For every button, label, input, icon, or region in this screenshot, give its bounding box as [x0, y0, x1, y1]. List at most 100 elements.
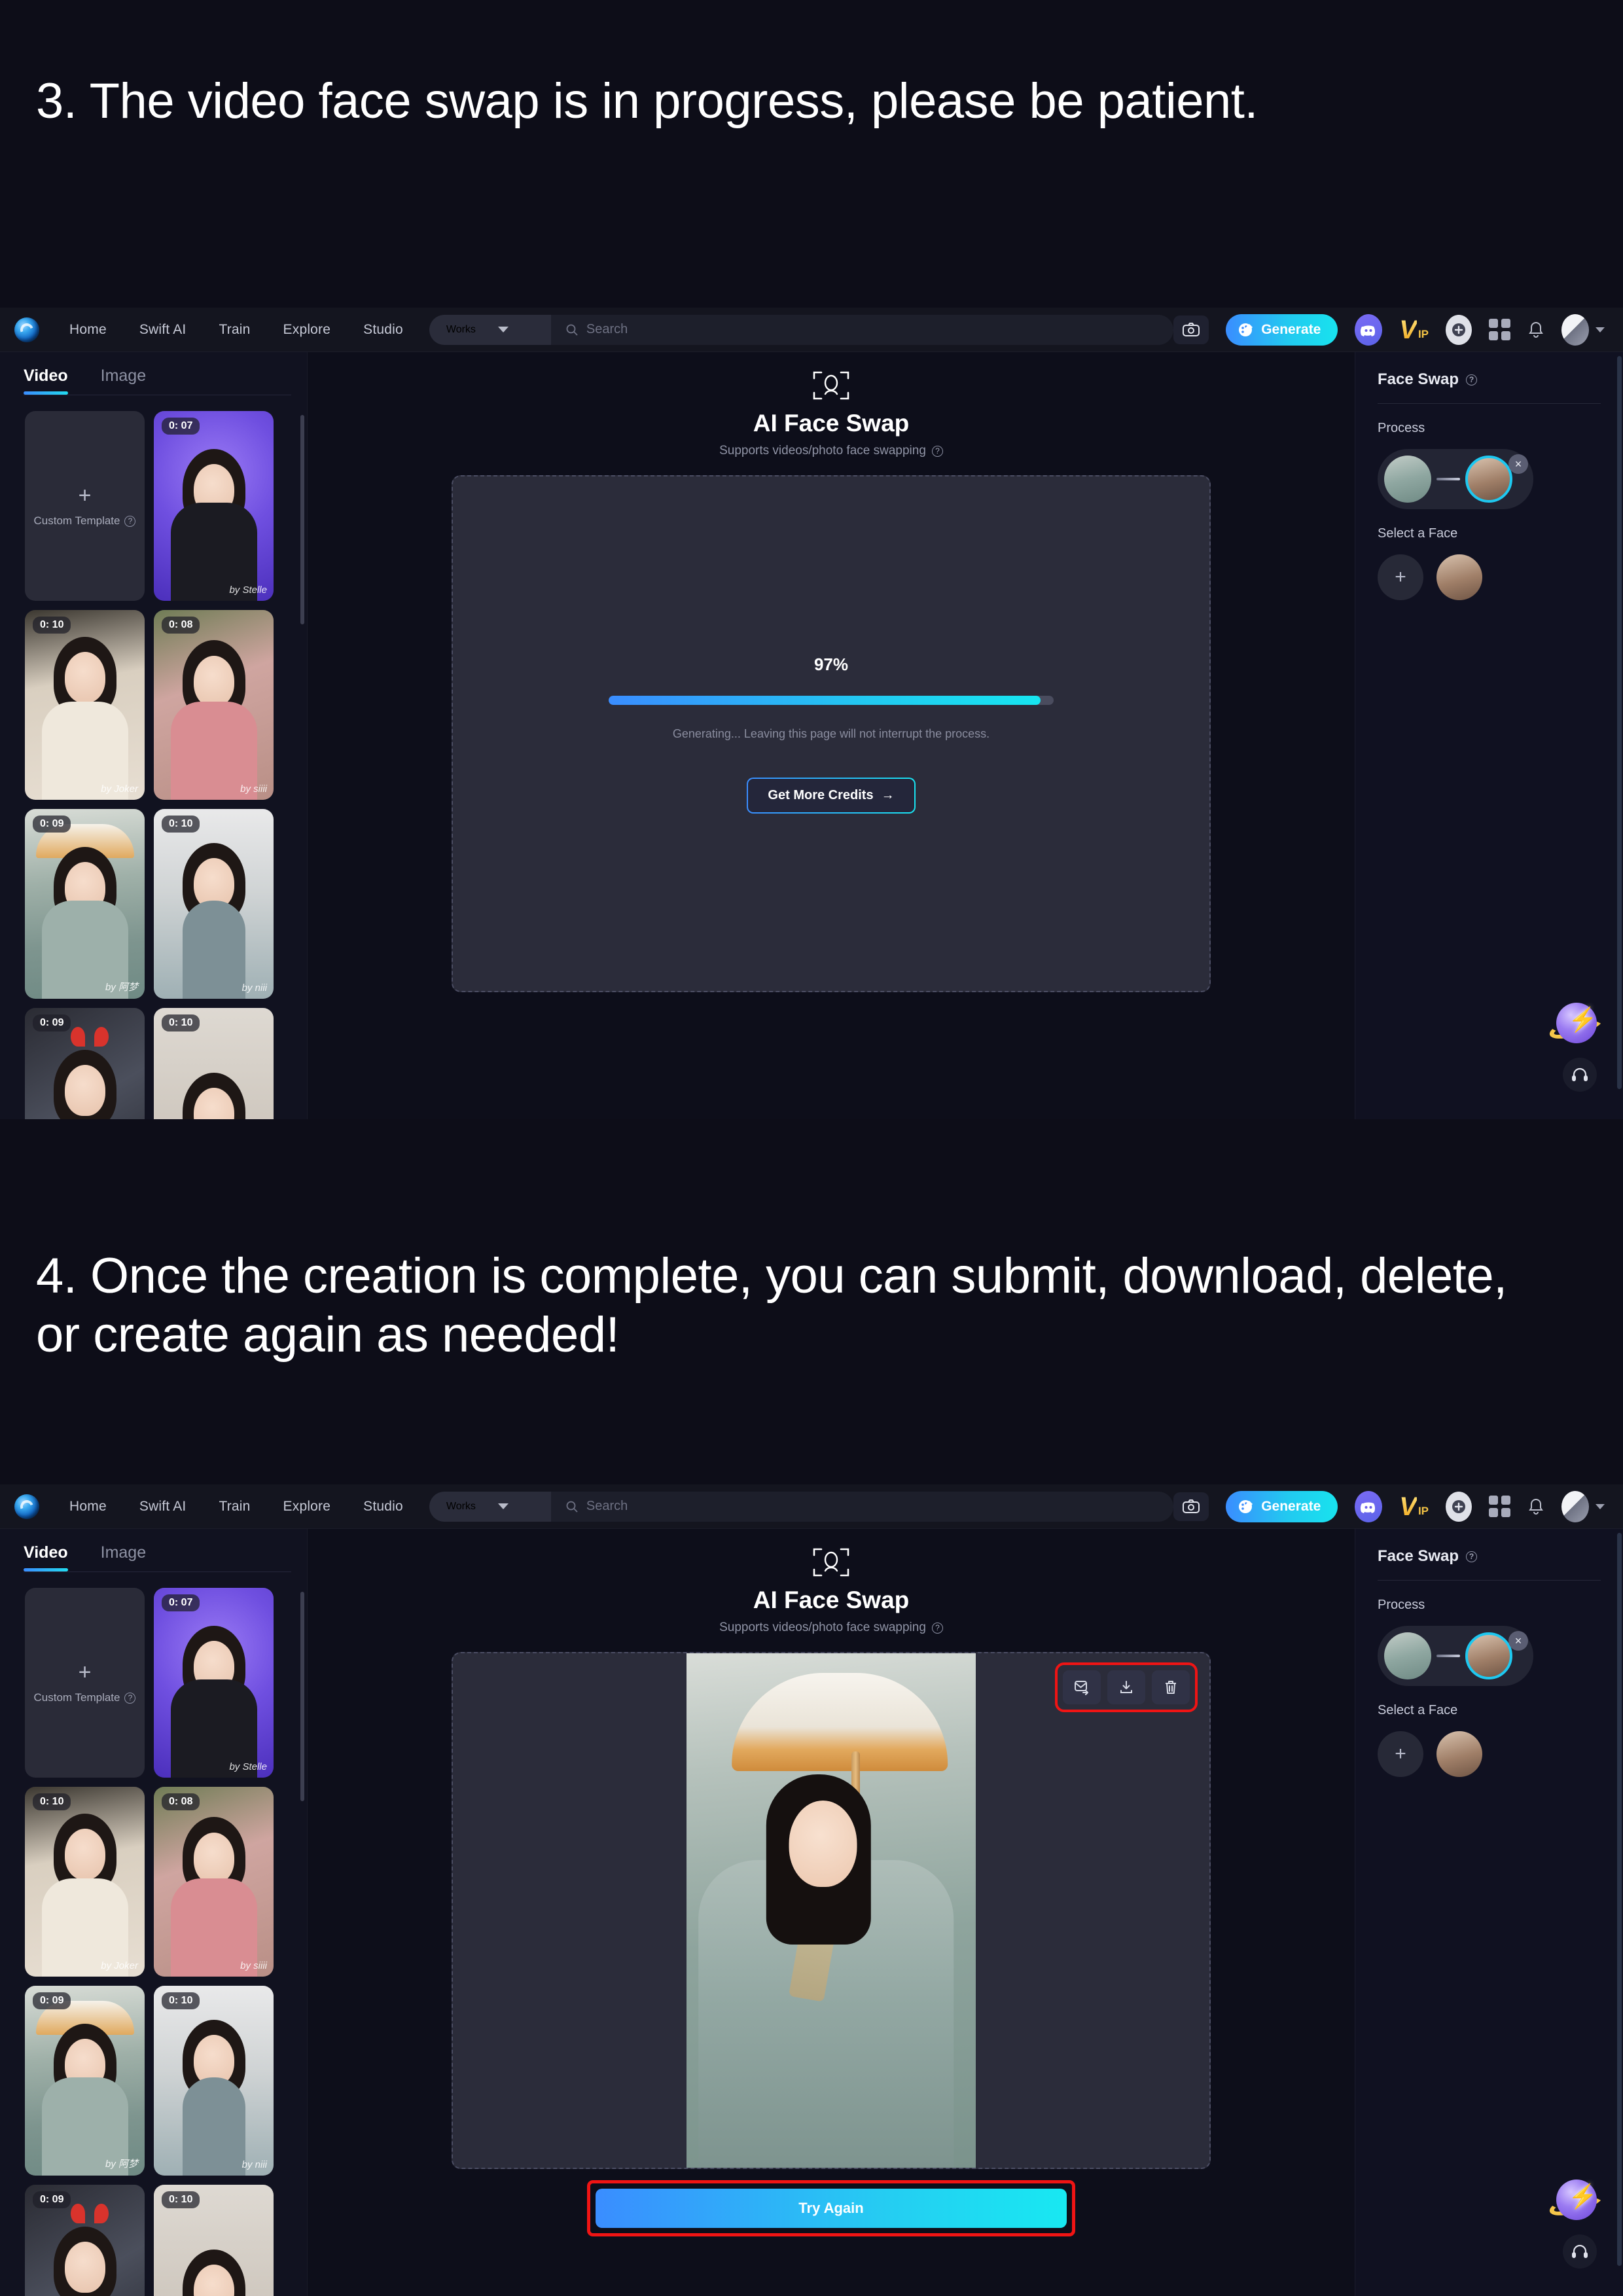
works-scope-select[interactable]: Works — [429, 1491, 551, 1522]
topbar-actions: Generate V IP — [1173, 314, 1605, 346]
panel-scrollbar[interactable] — [1617, 356, 1622, 1089]
add-button[interactable] — [1446, 1491, 1472, 1522]
sidebar-scrollbar[interactable] — [300, 1592, 304, 1801]
face-swap-stage: AI Face Swap Supports videos/photo face … — [308, 1529, 1355, 2296]
generate-label: Generate — [1261, 321, 1321, 337]
template-thumb[interactable]: 0: 09 — [25, 1008, 145, 1119]
panel-divider — [1378, 1580, 1601, 1581]
discord-button[interactable] — [1355, 1490, 1383, 1522]
help-icon[interactable]: ? — [124, 1692, 136, 1704]
search-input[interactable]: Search — [551, 1499, 1173, 1514]
delete-button[interactable] — [1152, 1670, 1190, 1704]
tab-image[interactable]: Image — [101, 367, 146, 395]
add-face-button[interactable]: + — [1378, 554, 1423, 600]
result-action-toolbar — [1055, 1662, 1198, 1712]
camera-button[interactable] — [1173, 315, 1209, 344]
template-thumb[interactable]: 0: 10 by niii — [154, 809, 274, 999]
nav-item-studio[interactable]: Studio — [359, 318, 407, 342]
apps-grid-icon[interactable] — [1489, 1496, 1510, 1517]
headset-support-button[interactable] — [1563, 2234, 1597, 2269]
tab-video[interactable]: Video — [24, 367, 68, 395]
nav-item-studio[interactable]: Studio — [359, 1495, 407, 1518]
app-logo[interactable] — [14, 317, 39, 342]
apps-grid-icon[interactable] — [1489, 319, 1510, 340]
tab-image[interactable]: Image — [101, 1543, 146, 1571]
generate-button[interactable]: Generate — [1226, 314, 1338, 346]
bell-icon[interactable] — [1527, 321, 1544, 339]
help-icon[interactable]: ? — [931, 1622, 943, 1634]
boost-orb-icon[interactable]: ⚡ — [1546, 1000, 1607, 1047]
submit-button[interactable] — [1063, 1670, 1101, 1704]
template-thumb[interactable]: 0: 07 by Stelle — [154, 1588, 274, 1778]
user-menu[interactable] — [1561, 1490, 1605, 1522]
saved-face-avatar[interactable] — [1436, 1731, 1482, 1777]
face-scan-icon — [813, 371, 849, 400]
remove-face-button[interactable]: × — [1508, 454, 1528, 474]
nav-item-explore[interactable]: Explore — [279, 318, 335, 342]
try-again-button[interactable]: Try Again — [596, 2189, 1067, 2228]
panel-scrollbar[interactable] — [1617, 1533, 1622, 2266]
works-scope-select[interactable]: Works — [429, 314, 551, 345]
thumb-art — [154, 411, 274, 601]
vip-badge[interactable]: V IP — [1399, 1494, 1429, 1520]
saved-face-avatar[interactable] — [1436, 554, 1482, 600]
target-face-avatar[interactable] — [1465, 1632, 1512, 1679]
template-thumb[interactable]: 0: 10 — [154, 2185, 274, 2296]
nav-item-train[interactable]: Train — [215, 1495, 254, 1518]
process-label: Process — [1378, 421, 1425, 435]
nav-item-swift-ai[interactable]: Swift AI — [135, 1495, 190, 1518]
tab-video[interactable]: Video — [24, 1543, 68, 1571]
template-thumb[interactable]: 0: 10 by niii — [154, 1986, 274, 2176]
help-icon[interactable]: ? — [1466, 374, 1478, 386]
app-logo[interactable] — [14, 1494, 39, 1519]
source-face-avatar[interactable] — [1384, 1632, 1431, 1679]
duration-badge: 0: 07 — [162, 1594, 200, 1611]
nav-item-train[interactable]: Train — [215, 318, 254, 342]
add-button[interactable] — [1446, 314, 1472, 345]
search-bar: Works Search — [429, 314, 1174, 345]
duration-badge: 0: 09 — [33, 1992, 71, 2009]
duration-badge: 0: 08 — [162, 1793, 200, 1810]
template-thumb[interactable]: 0: 10 by Joker — [25, 610, 145, 800]
custom-template-card[interactable]: + Custom Template ? — [25, 411, 145, 601]
nav-item-home[interactable]: Home — [65, 1495, 111, 1518]
result-image[interactable] — [687, 1653, 976, 2168]
vip-badge[interactable]: V IP — [1399, 317, 1429, 343]
template-thumb[interactable]: 0: 10 by Joker — [25, 1787, 145, 1977]
help-icon[interactable]: ? — [1466, 1551, 1478, 1562]
template-thumb[interactable]: 0: 09 by 阿梦 — [25, 809, 145, 999]
headset-support-button[interactable] — [1563, 1058, 1597, 1092]
duration-badge: 0: 08 — [162, 617, 200, 634]
user-menu[interactable] — [1561, 314, 1605, 346]
camera-button[interactable] — [1173, 1492, 1209, 1521]
target-face-avatar[interactable] — [1465, 456, 1512, 503]
get-more-credits-button[interactable]: Get More Credits → — [747, 778, 915, 814]
template-thumb[interactable]: 0: 09 — [25, 2185, 145, 2296]
nav-item-home[interactable]: Home — [65, 318, 111, 342]
template-thumb[interactable]: 0: 10 — [154, 1008, 274, 1119]
sidebar-scrollbar[interactable] — [300, 415, 304, 624]
discord-button[interactable] — [1355, 314, 1383, 346]
add-face-button[interactable]: + — [1378, 1731, 1423, 1777]
boost-orb-icon[interactable]: ⚡ — [1546, 2177, 1607, 2224]
thumb-art — [25, 610, 145, 800]
custom-template-card[interactable]: + Custom Template ? — [25, 1588, 145, 1778]
remove-face-button[interactable]: × — [1508, 1631, 1528, 1651]
generate-button[interactable]: Generate — [1226, 1490, 1338, 1522]
help-icon[interactable]: ? — [124, 515, 136, 527]
camera-icon — [1183, 322, 1200, 336]
search-input[interactable]: Search — [551, 322, 1173, 337]
bell-icon[interactable] — [1527, 1498, 1544, 1516]
template-thumb[interactable]: 0: 09 by 阿梦 — [25, 1986, 145, 2176]
template-thumb[interactable]: 0: 08 by siiii — [154, 610, 274, 800]
chevron-down-icon — [1596, 327, 1605, 332]
panel-title: Face Swap ? — [1378, 370, 1601, 389]
template-thumb[interactable]: 0: 07 by Stelle — [154, 411, 274, 601]
generate-label: Generate — [1261, 1498, 1321, 1514]
download-button[interactable] — [1107, 1670, 1145, 1704]
template-thumb[interactable]: 0: 08 by siiii — [154, 1787, 274, 1977]
nav-item-swift-ai[interactable]: Swift AI — [135, 318, 190, 342]
nav-item-explore[interactable]: Explore — [279, 1495, 335, 1518]
help-icon[interactable]: ? — [931, 445, 943, 457]
source-face-avatar[interactable] — [1384, 456, 1431, 503]
